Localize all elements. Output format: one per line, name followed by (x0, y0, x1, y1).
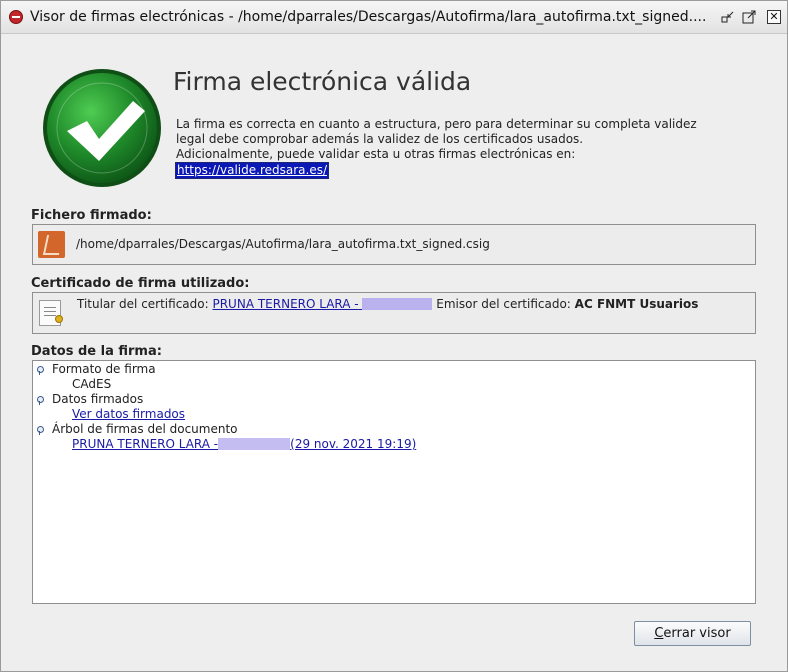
window-title: Visor de firmas electrónicas - /home/dpa… (30, 9, 707, 25)
certificate-icon (39, 300, 63, 326)
title-bar[interactable]: Visor de firmas electrónicas - /home/dpa… (1, 1, 787, 34)
redacted-block (362, 298, 433, 310)
tree-node-icon (37, 426, 44, 435)
signature-data-label: Datos de la firma: (31, 344, 162, 359)
iconify-glyph (721, 11, 734, 23)
issuer-label: Emisor del certificado: (436, 297, 571, 311)
signed-file-label: Fichero firmado: (31, 208, 152, 223)
close-label: errar visor (663, 626, 731, 641)
view-signed-data-link[interactable]: Ver datos firmados (72, 407, 185, 421)
status-heading: Firma electrónica válida (173, 67, 472, 96)
certificate-box: Titular del certificado: PRUNA TERNERO L… (32, 292, 756, 334)
signature-viewer-window: Visor de firmas electrónicas - /home/dpa… (0, 0, 788, 672)
valide-link[interactable]: https://valide.redsara.es/ (175, 162, 330, 179)
autofirma-icon (9, 10, 23, 24)
iconify-icon[interactable] (721, 10, 735, 24)
tree-node-icon (37, 366, 44, 375)
holder-value: PRUNA TERNERO LARA - (212, 297, 359, 311)
signed-file-icon (38, 231, 65, 258)
maximize-glyph (742, 10, 756, 24)
tree-node-signed-data[interactable]: Datos firmados (52, 392, 143, 406)
status-description: La firma es correcta en cuanto a estruct… (176, 117, 736, 162)
tree-node-icon (37, 396, 44, 405)
tree-node-signature-tree[interactable]: Árbol de firmas del documento (52, 422, 238, 436)
signing-date: (29 nov. 2021 19:19) (290, 437, 417, 451)
maximize-icon[interactable] (742, 10, 756, 24)
close-viewer-button[interactable]: Cerrar visor (634, 621, 751, 646)
description-line: La firma es correcta en cuanto a estruct… (176, 117, 697, 131)
green-check-icon (41, 67, 163, 189)
holder-label: Titular del certificado: (77, 297, 209, 311)
signed-file-box: /home/dparrales/Descargas/Autofirma/lara… (32, 224, 756, 265)
tree-node-format[interactable]: Formato de firma (52, 362, 156, 376)
description-line: Adicionalmente, puede validar esta u otr… (176, 147, 576, 161)
signature-data-tree[interactable]: Formato de firma CAdES Datos firmados Ve… (32, 360, 756, 604)
issuer-value: AC FNMT Usuarios (574, 297, 699, 311)
certificate-label: Certificado de firma utilizado: (31, 276, 250, 291)
signed-file-path: /home/dparrales/Descargas/Autofirma/lara… (76, 237, 490, 251)
redacted-block (218, 438, 291, 450)
signer-link[interactable]: PRUNA TERNERO LARA - (29 nov. 2021 19:19) (72, 437, 416, 451)
close-window-icon[interactable]: ✕ (767, 10, 781, 24)
certificate-info: Titular del certificado: PRUNA TERNERO L… (77, 297, 698, 311)
holder-link[interactable]: PRUNA TERNERO LARA - (212, 297, 433, 311)
signer-name: PRUNA TERNERO LARA - (72, 437, 219, 451)
description-line: legal debe comprobar además la validez d… (176, 132, 584, 146)
tree-leaf-format-value: CAdES (72, 377, 112, 391)
